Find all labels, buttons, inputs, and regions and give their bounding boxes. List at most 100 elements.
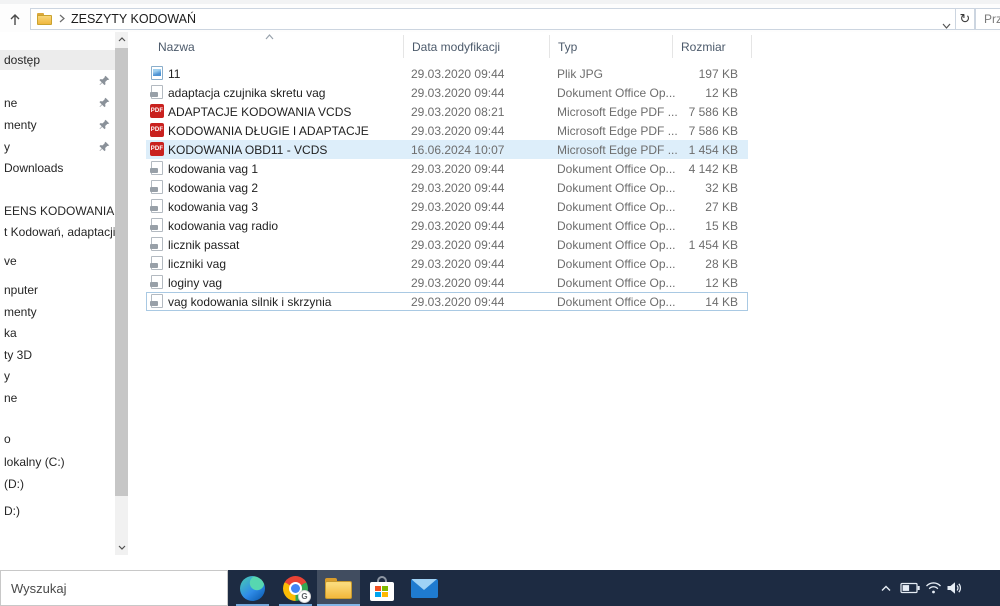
file-row[interactable]: PDF KODOWANIA OBD11 - VCDS 16.06.2024 10… xyxy=(146,140,748,159)
file-size: 14 KB xyxy=(705,295,738,309)
wifi-icon[interactable] xyxy=(922,570,944,606)
google-g-badge: G xyxy=(298,589,311,603)
column-header-size[interactable]: Rozmiar xyxy=(672,35,752,58)
file-row[interactable]: vag kodowania silnik i skrzynia 29.03.20… xyxy=(146,292,748,311)
file-size: 197 KB xyxy=(698,67,738,81)
battery-icon[interactable] xyxy=(898,570,922,606)
file-size: 4 142 KB xyxy=(688,162,738,176)
file-date-modified: 29.03.2020 09:44 xyxy=(411,276,505,290)
file-size: 15 KB xyxy=(705,219,738,233)
file-row[interactable]: adaptacja czujnika skretu vag 29.03.2020… xyxy=(146,83,748,102)
column-header-date[interactable]: Data modyfikacji xyxy=(403,35,549,58)
scrollbar-thumb[interactable] xyxy=(115,48,128,496)
taskbar-search-label: Wyszukaj xyxy=(11,580,67,596)
file-type: Dokument Office Op... xyxy=(557,162,676,176)
doc-file-icon xyxy=(150,275,163,289)
mail-icon xyxy=(411,578,438,598)
file-type: Dokument Office Op... xyxy=(557,276,676,290)
sidebar-item[interactable]: ka xyxy=(0,323,115,343)
sidebar-item[interactable]: ne xyxy=(0,93,115,113)
address-bar[interactable]: ZESZYTY KODOWAŃ xyxy=(30,8,956,30)
file-row[interactable]: PDF ADAPTACJE KODOWANIA VCDS 29.03.2020 … xyxy=(146,102,748,121)
file-type: Dokument Office Op... xyxy=(557,257,676,271)
file-date-modified: 29.03.2020 09:44 xyxy=(411,162,505,176)
file-name: liczniki vag xyxy=(168,257,227,271)
file-name: kodowania vag 2 xyxy=(168,181,259,195)
file-explorer-taskbar-button[interactable] xyxy=(317,570,360,606)
sidebar-item-label: Downloads xyxy=(4,161,64,175)
explorer-search-input[interactable]: Prze xyxy=(975,8,1000,30)
file-row[interactable]: liczniki vag 29.03.2020 09:44 Dokument O… xyxy=(146,254,748,273)
sidebar-item-label: menty xyxy=(4,118,37,132)
file-row[interactable]: kodowania vag 1 29.03.2020 09:44 Dokumen… xyxy=(146,159,748,178)
sidebar-item[interactable]: menty xyxy=(0,302,115,322)
file-size: 27 KB xyxy=(705,200,738,214)
sidebar-item[interactable]: EENS KODOWANIA xyxy=(0,201,115,221)
sidebar-item[interactable]: Downloads xyxy=(0,158,115,178)
file-type: Dokument Office Op... xyxy=(557,86,676,100)
file-size: 7 586 KB xyxy=(688,105,738,119)
sidebar-item[interactable]: t Kodowań, adaptacji, p xyxy=(0,222,115,242)
column-header-type[interactable]: Typ xyxy=(549,35,672,58)
sidebar-item[interactable]: (D:) xyxy=(0,474,115,494)
file-row[interactable]: kodowania vag 3 29.03.2020 09:44 Dokumen… xyxy=(146,197,748,216)
sidebar-item[interactable]: menty xyxy=(0,115,115,135)
jpg-file-icon xyxy=(151,66,163,80)
file-row[interactable]: kodowania vag radio 29.03.2020 09:44 Dok… xyxy=(146,216,748,235)
address-dropdown-icon[interactable] xyxy=(942,16,951,34)
sidebar-item-label: ne xyxy=(4,96,18,110)
sidebar-item-label: y xyxy=(4,140,10,154)
pdf-file-icon: PDF xyxy=(150,123,164,137)
sidebar-item[interactable]: D:) xyxy=(0,501,115,521)
column-header-name[interactable]: Nazwa xyxy=(146,35,403,58)
file-name: loginy vag xyxy=(168,276,223,290)
pin-icon xyxy=(99,97,111,109)
file-date-modified: 16.06.2024 10:07 xyxy=(411,143,505,157)
tray-chevron-up-icon[interactable] xyxy=(876,570,896,606)
file-name: kodowania vag radio xyxy=(168,219,279,233)
microsoft-edge-taskbar-button[interactable] xyxy=(231,570,274,606)
file-name: licznik passat xyxy=(168,238,240,252)
file-name: kodowania vag 3 xyxy=(168,200,259,214)
navigate-up-button[interactable] xyxy=(4,10,26,30)
microsoft-store-taskbar-button[interactable] xyxy=(360,570,403,606)
file-row[interactable]: 11 29.03.2020 09:44 Plik JPG 197 KB xyxy=(146,64,748,83)
sidebar-item[interactable] xyxy=(0,71,115,91)
taskbar-search-box[interactable]: Wyszukaj xyxy=(0,570,228,606)
microsoft-store-icon xyxy=(369,575,394,601)
breadcrumb[interactable]: ZESZYTY KODOWAŃ xyxy=(71,12,196,26)
sidebar-item[interactable]: y xyxy=(0,137,115,157)
file-type: Dokument Office Op... xyxy=(557,200,676,214)
sidebar-item-label: t Kodowań, adaptacji, p xyxy=(4,225,115,239)
file-type: Microsoft Edge PDF ... xyxy=(557,105,678,119)
google-chrome-icon: G xyxy=(283,575,311,603)
sidebar-item[interactable]: ty 3D xyxy=(0,345,115,365)
sidebar-scrollbar[interactable] xyxy=(115,32,128,555)
file-name: adaptacja czujnika skretu vag xyxy=(168,86,326,100)
sidebar-item[interactable]: dostęp xyxy=(0,50,115,70)
speaker-icon[interactable] xyxy=(943,570,965,606)
file-row[interactable]: licznik passat 29.03.2020 09:44 Dokument… xyxy=(146,235,748,254)
file-type: Dokument Office Op... xyxy=(557,219,676,233)
scroll-up-icon[interactable] xyxy=(115,32,128,47)
doc-file-icon xyxy=(150,218,163,232)
sidebar-item-label: o xyxy=(4,432,11,446)
sidebar-item[interactable]: y xyxy=(0,366,115,386)
file-row[interactable]: PDF KODOWANIA DŁUGIE I ADAPTACJE 29.03.2… xyxy=(146,121,748,140)
file-name: ADAPTACJE KODOWANIA VCDS xyxy=(168,105,352,119)
sidebar-item-label: D:) xyxy=(4,504,20,518)
sidebar-item[interactable]: ne xyxy=(0,388,115,408)
sidebar-item[interactable]: ve xyxy=(0,251,115,271)
sidebar-item[interactable]: o xyxy=(0,429,115,449)
sidebar-item[interactable]: lokalny (C:) xyxy=(0,452,115,472)
file-row[interactable]: kodowania vag 2 29.03.2020 09:44 Dokumen… xyxy=(146,178,748,197)
google-chrome-taskbar-button[interactable]: G xyxy=(274,570,317,606)
file-row[interactable]: loginy vag 29.03.2020 09:44 Dokument Off… xyxy=(146,273,748,292)
refresh-button[interactable]: ↻ xyxy=(956,8,975,30)
mail-taskbar-button[interactable] xyxy=(403,570,446,606)
sidebar-item[interactable]: nputer xyxy=(0,280,115,300)
doc-file-icon xyxy=(150,256,163,270)
taskbar: Wyszukaj G 10:2 xyxy=(0,570,1000,606)
scroll-down-icon[interactable] xyxy=(115,540,128,555)
file-list: 11 29.03.2020 09:44 Plik JPG 197 KB adap… xyxy=(146,64,748,311)
